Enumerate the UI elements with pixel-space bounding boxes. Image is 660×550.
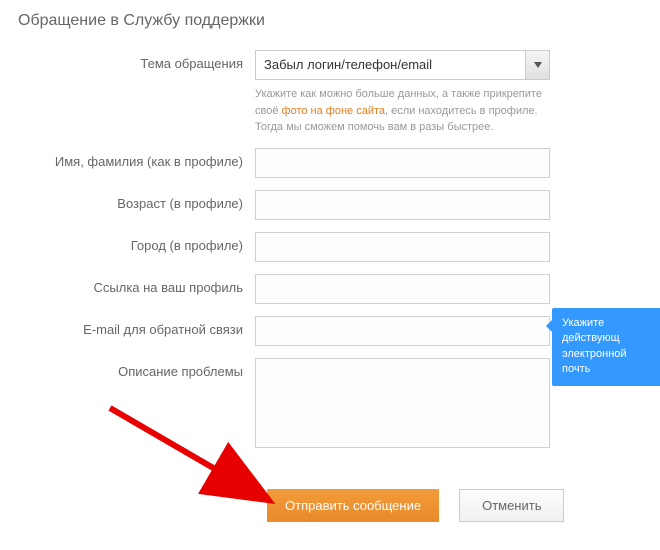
topic-label: Тема обращения: [0, 50, 255, 71]
city-label: Город (в профиле): [0, 232, 255, 253]
cancel-button[interactable]: Отменить: [459, 489, 564, 522]
name-input[interactable]: [255, 148, 550, 178]
support-form: Тема обращения Забыл логин/телефон/email…: [0, 30, 660, 522]
topic-help-text: Укажите как можно больше данных, а также…: [255, 80, 550, 136]
email-label: E-mail для обратной связи: [0, 316, 255, 337]
email-input[interactable]: [255, 316, 550, 346]
photo-link[interactable]: фото на фоне сайта: [282, 105, 385, 117]
submit-button[interactable]: Отправить сообщение: [267, 489, 439, 522]
profile-link-input[interactable]: [255, 274, 550, 304]
name-label: Имя, фамилия (как в профиле): [0, 148, 255, 169]
city-input[interactable]: [255, 232, 550, 262]
profile-link-label: Ссылка на ваш профиль: [0, 274, 255, 295]
topic-select-value: Забыл логин/телефон/email: [255, 50, 550, 80]
age-label: Возраст (в профиле): [0, 190, 255, 211]
chevron-down-icon: [525, 51, 549, 79]
email-tooltip: Укажите действующ электронной почть: [552, 308, 660, 386]
page-title: Обращение в Службу поддержки: [0, 0, 660, 30]
age-input[interactable]: [255, 190, 550, 220]
topic-select[interactable]: Забыл логин/телефон/email: [255, 50, 550, 80]
description-label: Описание проблемы: [0, 358, 255, 379]
description-textarea[interactable]: [255, 358, 550, 448]
